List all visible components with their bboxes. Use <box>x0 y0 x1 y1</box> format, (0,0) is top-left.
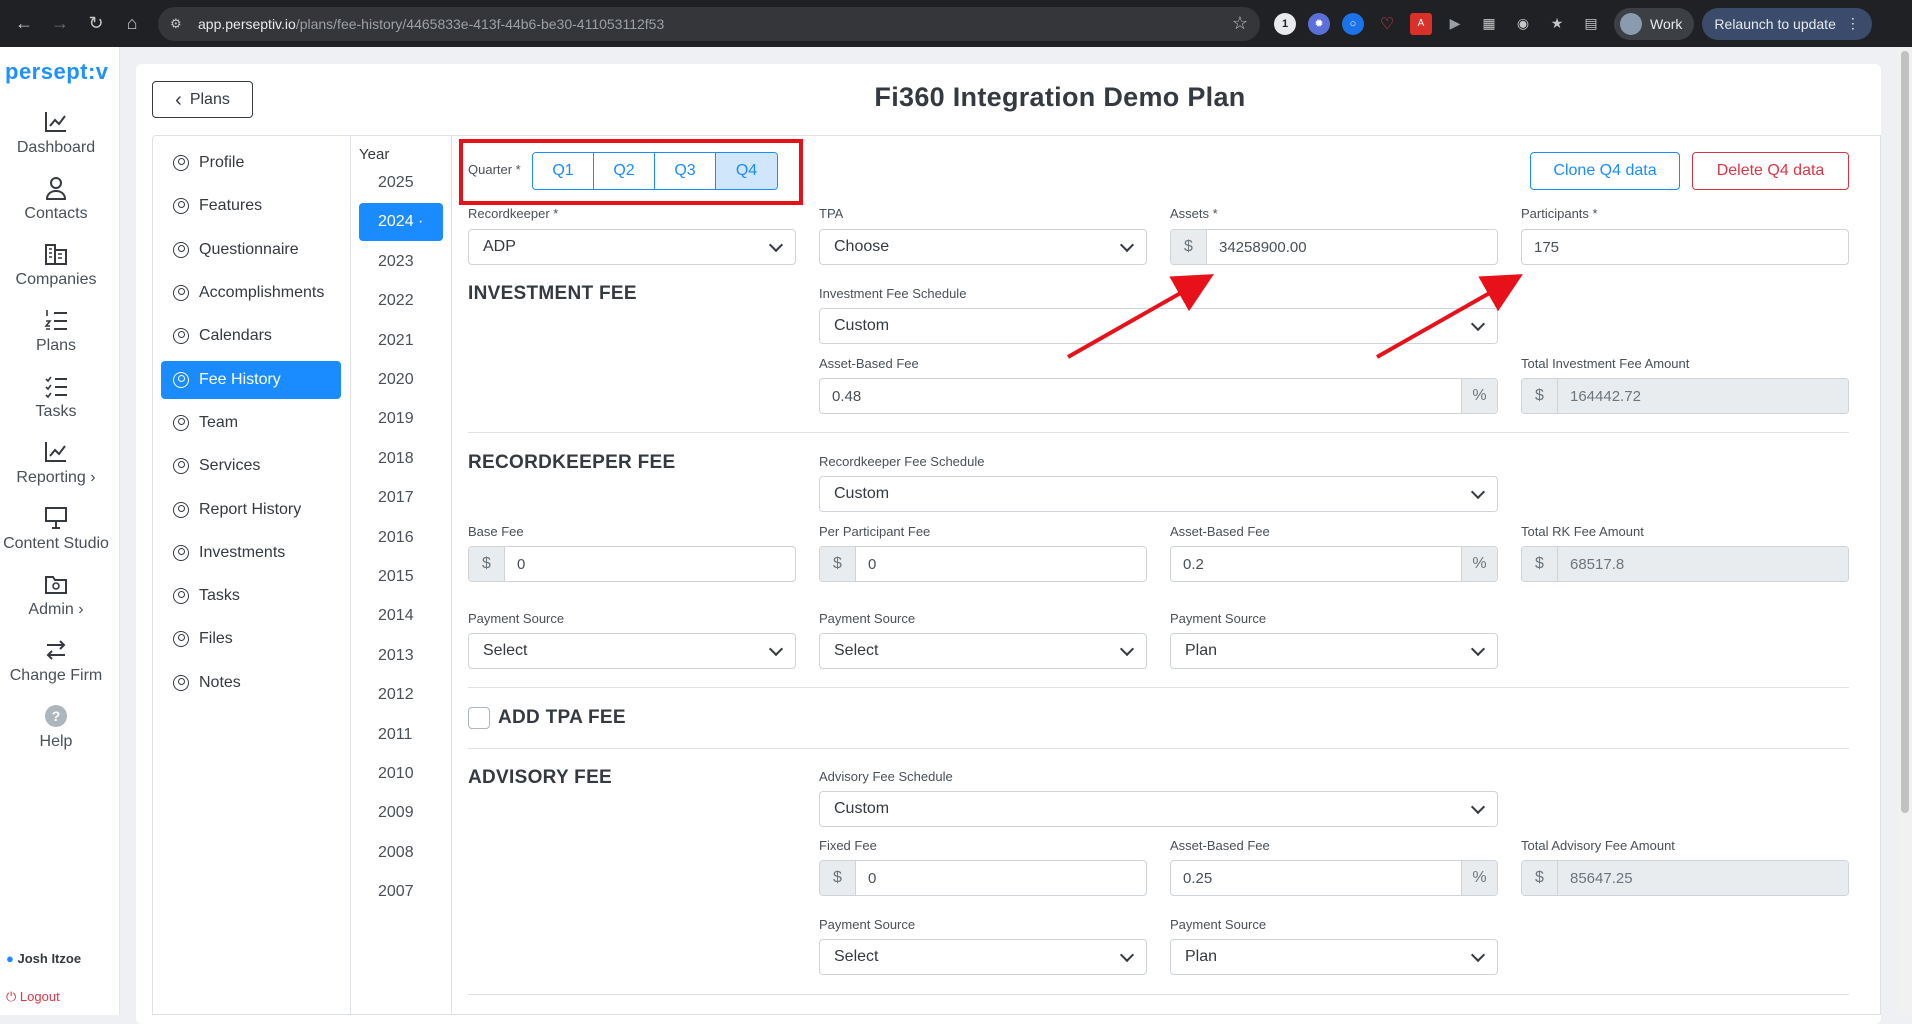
page-scrollbar[interactable] <box>1898 47 1912 1015</box>
arrow-to-participants <box>1376 274 1523 359</box>
arrow-to-assets <box>1067 274 1214 359</box>
annotation-arrows <box>1067 274 1523 359</box>
scrollbar-thumb[interactable] <box>1901 51 1909 813</box>
